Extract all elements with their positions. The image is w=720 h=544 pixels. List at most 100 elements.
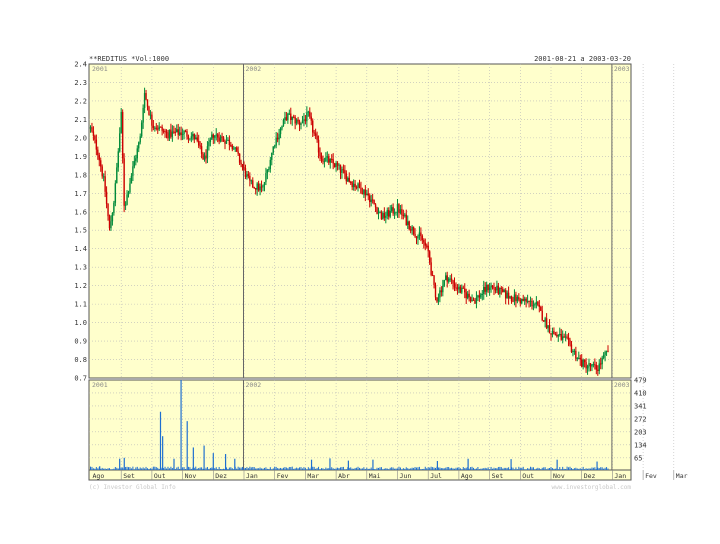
candle-body bbox=[94, 135, 96, 140]
candle-body bbox=[369, 195, 371, 203]
candle-body bbox=[502, 288, 504, 292]
candle-body bbox=[420, 232, 422, 237]
candle-body bbox=[312, 120, 314, 133]
candle-body bbox=[290, 113, 292, 120]
candle-body bbox=[241, 164, 244, 167]
candle-body bbox=[421, 236, 424, 241]
candle-body bbox=[294, 117, 296, 124]
candle-body bbox=[338, 164, 340, 166]
candle-body bbox=[265, 173, 267, 183]
candle-body bbox=[104, 176, 106, 192]
candle-body bbox=[564, 336, 567, 338]
candle-body bbox=[452, 280, 454, 284]
candle-body bbox=[293, 116, 295, 118]
candle-body bbox=[331, 158, 333, 160]
candle-body bbox=[417, 236, 419, 239]
month-tick-label: Nov bbox=[553, 472, 565, 480]
candle-body bbox=[390, 207, 393, 211]
candle-body bbox=[443, 280, 445, 286]
candle-body bbox=[309, 111, 311, 117]
candle-body bbox=[350, 181, 352, 183]
candle-body bbox=[326, 156, 329, 158]
candle-body bbox=[595, 364, 598, 370]
month-tick-label: Ago bbox=[93, 472, 105, 480]
candle-body bbox=[528, 300, 530, 302]
candle-body bbox=[301, 120, 304, 124]
candle-body bbox=[272, 146, 274, 153]
month-axis-strip bbox=[88, 469, 632, 481]
price-tick-label: 1.6 bbox=[74, 208, 87, 216]
candle-body bbox=[119, 133, 121, 152]
candle-body bbox=[592, 364, 595, 366]
candle-body bbox=[306, 112, 308, 122]
candle-body bbox=[341, 169, 343, 173]
month-tick-label: Mar bbox=[307, 472, 319, 480]
candle-body bbox=[377, 212, 380, 214]
candle-body bbox=[519, 299, 521, 304]
candle-body bbox=[374, 204, 377, 208]
candle-body bbox=[316, 135, 318, 140]
month-tick-label: Jul bbox=[430, 472, 442, 480]
candle-body bbox=[192, 134, 194, 137]
volume-tick-label: 203 bbox=[634, 428, 647, 436]
candle-body bbox=[230, 145, 232, 147]
candle-body bbox=[461, 287, 463, 293]
candle-body bbox=[287, 113, 289, 121]
price-tick-label: 0.8 bbox=[74, 356, 87, 364]
candle-body bbox=[458, 286, 460, 290]
price-tick-label: 2.4 bbox=[74, 61, 87, 69]
candle-body bbox=[576, 357, 579, 359]
candle-body bbox=[282, 119, 285, 126]
candle-body bbox=[388, 210, 390, 217]
candle-body bbox=[253, 187, 255, 189]
month-tick-label: Set bbox=[123, 472, 135, 480]
price-tick-label: 2.2 bbox=[74, 97, 87, 105]
candle-body bbox=[298, 121, 301, 125]
candle-body bbox=[591, 364, 593, 367]
price-tick-label: 1.8 bbox=[74, 171, 87, 179]
candle-body bbox=[252, 180, 254, 188]
candle-body bbox=[240, 162, 242, 165]
candle-body bbox=[570, 344, 573, 352]
volume-panel bbox=[88, 379, 632, 471]
candle-body bbox=[550, 333, 552, 335]
candle-body bbox=[477, 295, 479, 298]
candle-body bbox=[383, 213, 386, 218]
candle-body bbox=[92, 131, 95, 136]
candle-body bbox=[215, 134, 217, 136]
candle-body bbox=[594, 364, 596, 366]
candle-body bbox=[97, 149, 99, 156]
price-y-axis: 2.4 2.3 2.2 2.1 2.0 1.9 1.8 1.7 1.6 1.5 1.4 1.3 1.2 1… bbox=[74, 61, 87, 383]
candle-body bbox=[575, 350, 577, 359]
candle-body bbox=[271, 152, 273, 160]
candle-body bbox=[450, 278, 453, 281]
candle-body bbox=[291, 116, 293, 120]
price-tick-label: 1.2 bbox=[74, 282, 87, 290]
candle-body bbox=[358, 183, 361, 188]
candle-body bbox=[342, 169, 345, 171]
candle-body bbox=[581, 359, 583, 367]
price-tick-label: 1.7 bbox=[74, 190, 87, 198]
candle-body bbox=[526, 300, 529, 302]
stock-chart: 2001 2001 2002 2002 2003 2003 2.4 2.3 2.2 2.1 2.0… bbox=[74, 55, 687, 491]
candle-body bbox=[209, 139, 212, 143]
candle-body bbox=[184, 131, 187, 133]
candle-body bbox=[605, 350, 608, 352]
month-tick-label: Mai bbox=[369, 472, 381, 480]
price-tick-label: 1.9 bbox=[74, 153, 87, 161]
candle-body bbox=[385, 215, 387, 218]
candle-body bbox=[178, 132, 181, 135]
candle-body bbox=[344, 170, 346, 174]
candle-body bbox=[506, 292, 508, 299]
candle-body bbox=[484, 286, 486, 292]
candle-body bbox=[138, 142, 140, 149]
candle-body bbox=[554, 334, 557, 336]
candle-body bbox=[510, 296, 513, 302]
candle-body bbox=[197, 140, 200, 146]
candle-body bbox=[244, 168, 247, 178]
candle-body bbox=[108, 216, 111, 229]
candle-body bbox=[314, 133, 317, 136]
candle-body bbox=[474, 300, 476, 304]
candle-body bbox=[597, 369, 599, 371]
candle-body bbox=[279, 128, 282, 135]
